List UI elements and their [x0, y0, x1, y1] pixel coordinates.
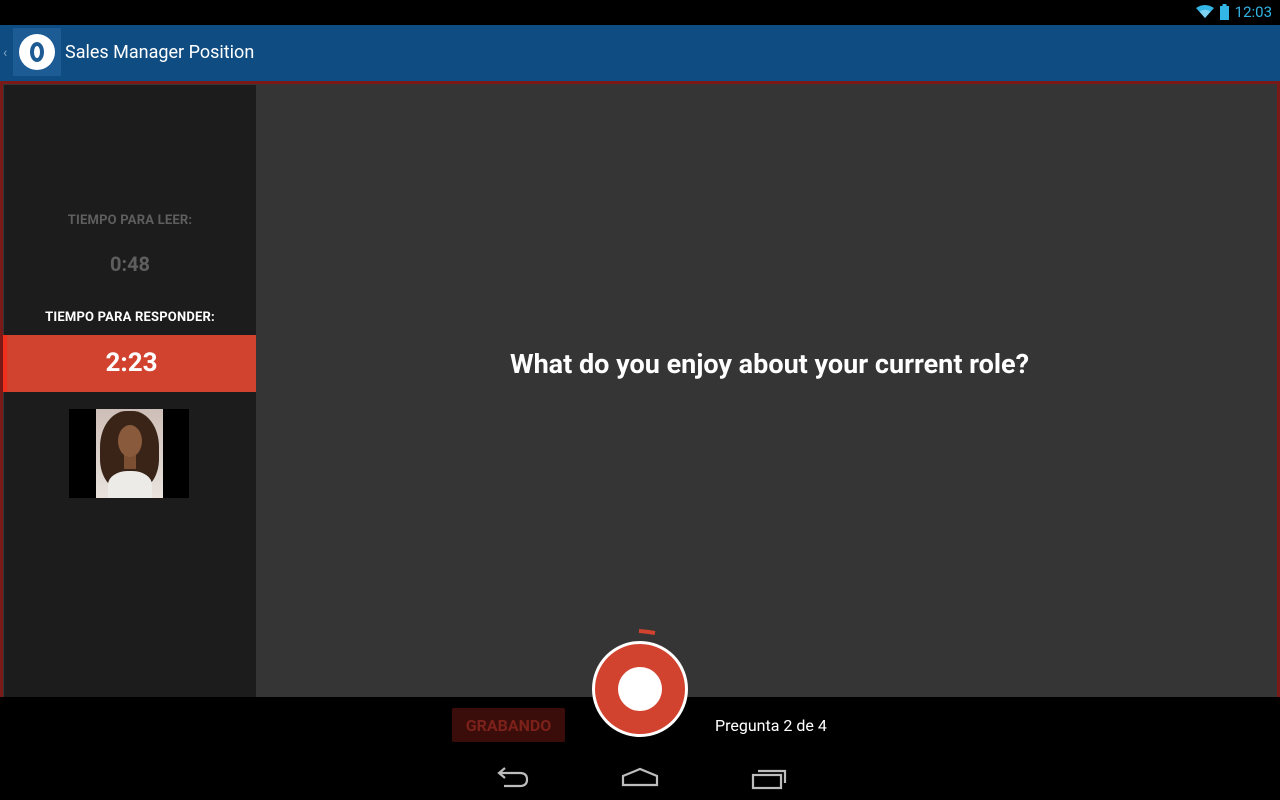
battery-icon	[1219, 4, 1229, 20]
record-dot-icon	[618, 667, 662, 711]
recents-icon[interactable]	[749, 765, 789, 791]
status-icons: 12:03	[1195, 3, 1272, 21]
question-text: What do you enjoy about your current rol…	[509, 348, 1030, 380]
wifi-icon	[1195, 5, 1214, 19]
app-logo-icon[interactable]	[13, 28, 61, 76]
status-bar: 12:03	[0, 0, 1280, 25]
home-icon[interactable]	[620, 765, 660, 791]
action-bar: ‹ Sales Manager Position	[0, 25, 1280, 81]
recording-status-button[interactable]: GRABANDO	[452, 708, 565, 742]
interview-frame: TIEMPO PARA LEER: 0:48 TIEMPO PARA RESPO…	[0, 81, 1280, 699]
read-time-value: 0:48	[109, 252, 151, 276]
record-button[interactable]	[592, 641, 688, 737]
read-time-label: TIEMPO PARA LEER:	[67, 213, 193, 228]
candidate-photo	[96, 409, 163, 498]
answer-time-value: 2:23	[105, 348, 158, 378]
timer-sidebar: TIEMPO PARA LEER: 0:48 TIEMPO PARA RESPO…	[3, 85, 256, 699]
clock: 12:03	[1234, 3, 1272, 21]
back-icon[interactable]	[492, 765, 532, 791]
answer-time-highlight: 2:23	[3, 335, 256, 392]
page-title: Sales Manager Position	[65, 42, 255, 63]
answer-time-label: TIEMPO PARA RESPONDER:	[45, 310, 215, 325]
camera-preview	[69, 409, 189, 498]
up-caret-icon[interactable]: ‹	[3, 45, 7, 61]
question-counter: Pregunta 2 de 4	[715, 716, 827, 735]
system-nav-bar	[0, 757, 1280, 800]
